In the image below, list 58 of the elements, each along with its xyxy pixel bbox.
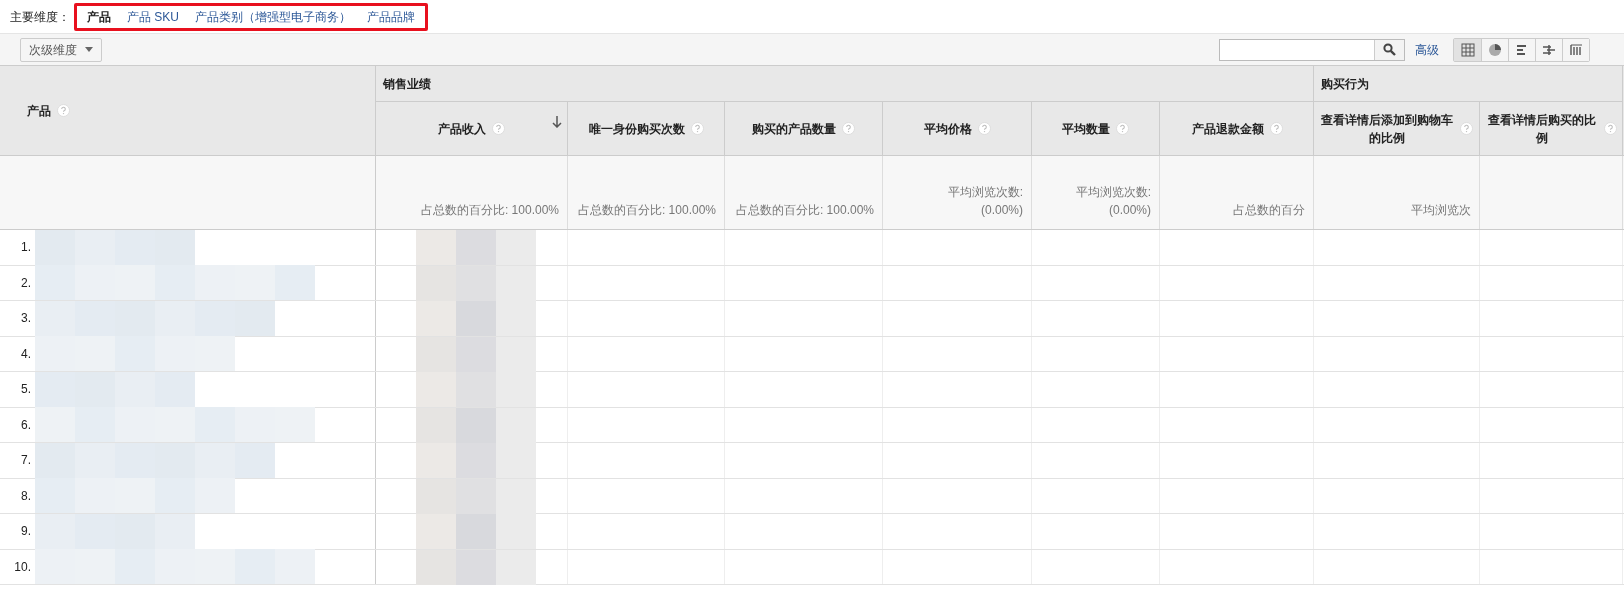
- summary-text: 占总数的百分: [1233, 202, 1305, 219]
- summary-text: 占总数的百分比: 100.00%: [735, 202, 874, 219]
- row-number: 1.: [20, 239, 32, 257]
- advanced-link[interactable]: 高级: [1415, 40, 1439, 59]
- help-icon[interactable]: [977, 122, 991, 135]
- summary-text: (0.00%): [1108, 202, 1151, 219]
- row-number: 5.: [20, 381, 32, 399]
- column-header[interactable]: 平均数量: [1032, 102, 1160, 155]
- group-header: 销售业绩: [376, 66, 1313, 102]
- row-number: 9.: [20, 523, 32, 541]
- caret-icon: [85, 47, 93, 52]
- summary-text: (0.00%): [980, 202, 1023, 219]
- help-icon[interactable]: [1269, 122, 1283, 135]
- columns-icon: [1569, 42, 1583, 57]
- row-number: 7.: [20, 452, 32, 470]
- row-number: 10.: [13, 558, 32, 576]
- help-icon[interactable]: [1604, 122, 1617, 135]
- view-button[interactable]: [1562, 38, 1589, 61]
- summary-text: 平均浏览次数:: [947, 184, 1023, 201]
- row-number: 6.: [20, 416, 32, 434]
- row-number: 4.: [20, 345, 32, 363]
- dimension-label: 主要维度：: [10, 8, 70, 26]
- summary-text: 占总数的百分比: 100.00%: [577, 202, 716, 219]
- row-number: 8.: [20, 487, 32, 505]
- row-number: 2.: [20, 274, 32, 292]
- row-number: 3.: [20, 310, 32, 328]
- view-switcher[interactable]: [1453, 37, 1590, 62]
- dimension-link[interactable]: 产品品牌: [367, 7, 415, 26]
- group-header: 购买行为: [1314, 66, 1622, 102]
- search-field[interactable]: [1219, 38, 1405, 61]
- column-header[interactable]: 产品: [0, 66, 376, 155]
- column-header[interactable]: 产品退款金额: [1160, 102, 1314, 155]
- grid-icon: [1460, 42, 1475, 57]
- column-header[interactable]: 查看详情后购买的比例: [1480, 102, 1623, 155]
- column-header[interactable]: 唯一身份购买次数: [568, 102, 725, 155]
- help-icon[interactable]: [842, 122, 855, 135]
- help-icon[interactable]: [1116, 122, 1129, 135]
- dimension-link[interactable]: 产品 SKU: [127, 7, 179, 26]
- branch-icon: [1542, 42, 1556, 57]
- sort-arrow-icon[interactable]: [552, 116, 562, 128]
- help-icon[interactable]: [57, 104, 70, 117]
- column-header[interactable]: 平均价格: [883, 102, 1032, 155]
- column-header[interactable]: 查看详情后添加到购物车的比例: [1314, 102, 1480, 155]
- summary-text: 平均浏览次数:: [1075, 184, 1151, 201]
- help-icon[interactable]: [690, 122, 704, 135]
- dimension-link[interactable]: 产品类别（增强型电子商务）: [195, 7, 351, 26]
- pie-icon: [1488, 42, 1502, 57]
- summary-text: 占总数的百分比: 100.00%: [420, 202, 559, 219]
- column-header[interactable]: 购买的产品数量: [725, 102, 883, 155]
- help-icon[interactable]: [1460, 122, 1473, 135]
- summary-text: 平均浏览次: [1411, 202, 1471, 219]
- view-button[interactable]: [1454, 38, 1481, 61]
- dimension-link[interactable]: 产品: [87, 7, 111, 26]
- bars-icon: [1515, 42, 1529, 57]
- secondary-dimension-button[interactable]: 次级维度: [20, 37, 102, 62]
- column-header[interactable]: 产品收入: [376, 102, 568, 155]
- help-icon[interactable]: [492, 122, 505, 135]
- search-icon[interactable]: [1374, 39, 1404, 60]
